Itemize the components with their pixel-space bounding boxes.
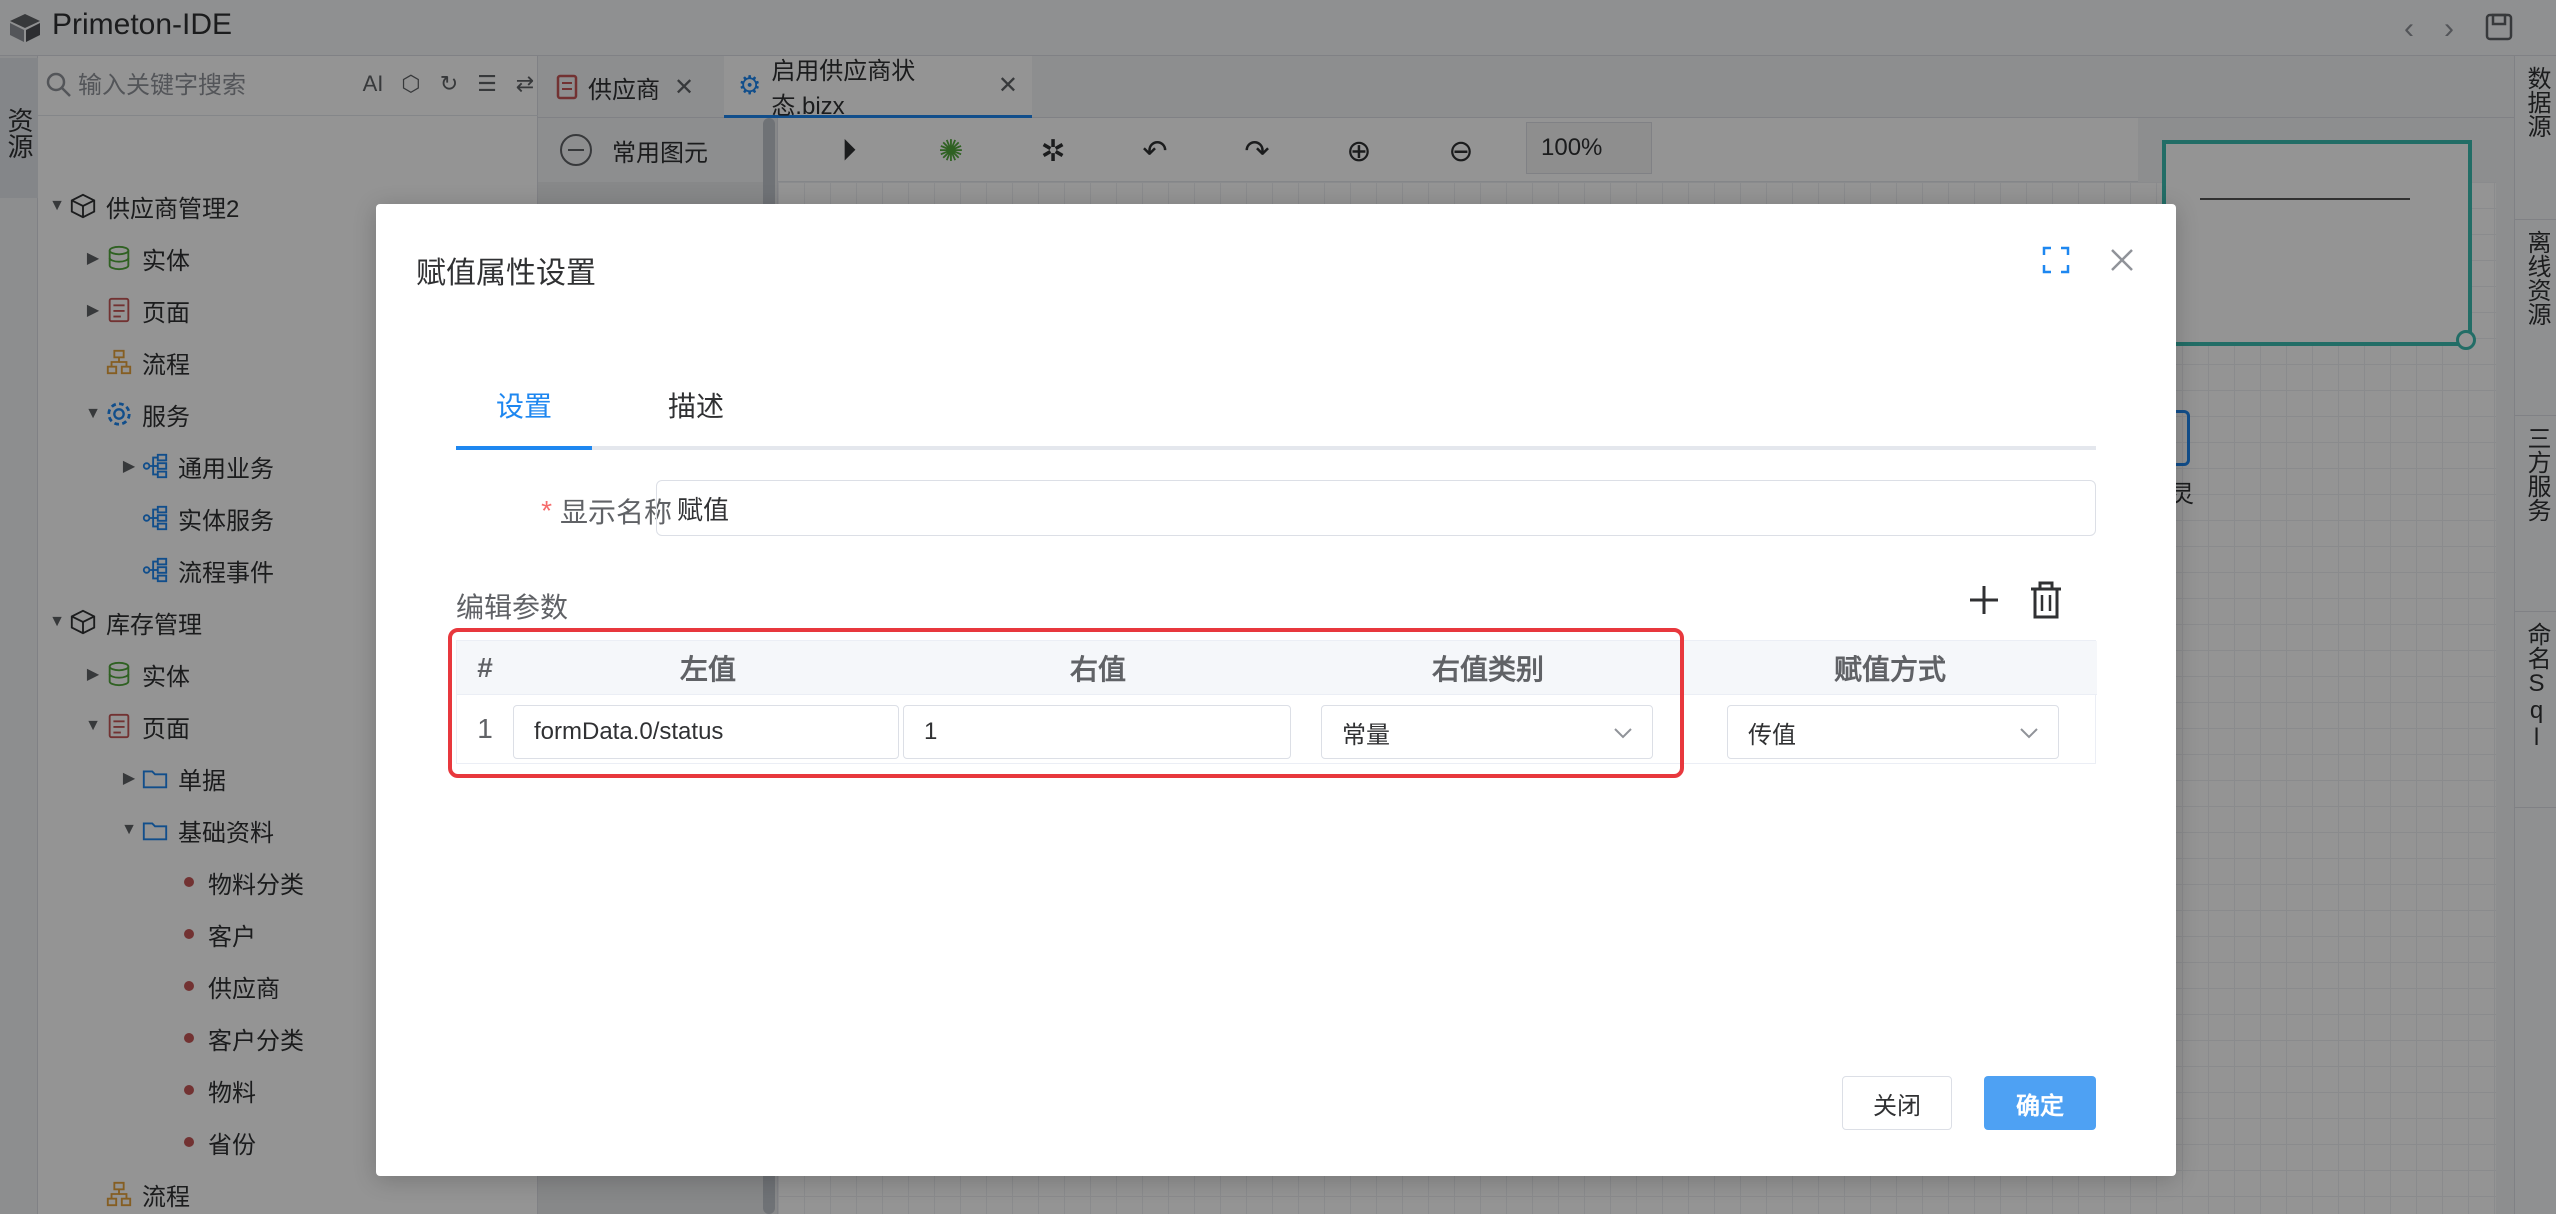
assign-mode-value: 传值 — [1748, 721, 1796, 749]
assign-property-dialog: 赋值属性设置 设置 描述 * 显示名称 赋值 编辑参数 # 左值 右值 右值类别… — [376, 204, 2176, 1176]
tab-settings[interactable]: 设置 — [456, 364, 592, 450]
highlight-annotation — [448, 628, 1684, 778]
dialog-tabs: 设置 描述 — [456, 364, 2096, 450]
col-header-assign-mode: 赋值方式 — [1833, 654, 1946, 685]
section-title: 编辑参数 — [456, 592, 569, 623]
close-icon[interactable] — [2106, 244, 2138, 276]
chevron-down-icon — [2020, 728, 2038, 739]
display-name-input[interactable]: 赋值 — [656, 480, 2096, 536]
close-button[interactable]: 关闭 — [1842, 1076, 1952, 1130]
tab-description[interactable]: 描述 — [628, 364, 764, 446]
assign-mode-select[interactable]: 传值 — [1727, 705, 2059, 759]
confirm-button[interactable]: 确定 — [1984, 1076, 2096, 1130]
display-name-label: * 显示名称 — [496, 484, 672, 538]
required-mark: * — [541, 495, 552, 526]
dialog-title: 赋值属性设置 — [416, 257, 596, 290]
maximize-icon[interactable] — [2040, 244, 2072, 276]
add-icon[interactable] — [1964, 580, 2004, 620]
trash-icon[interactable] — [2026, 580, 2066, 620]
